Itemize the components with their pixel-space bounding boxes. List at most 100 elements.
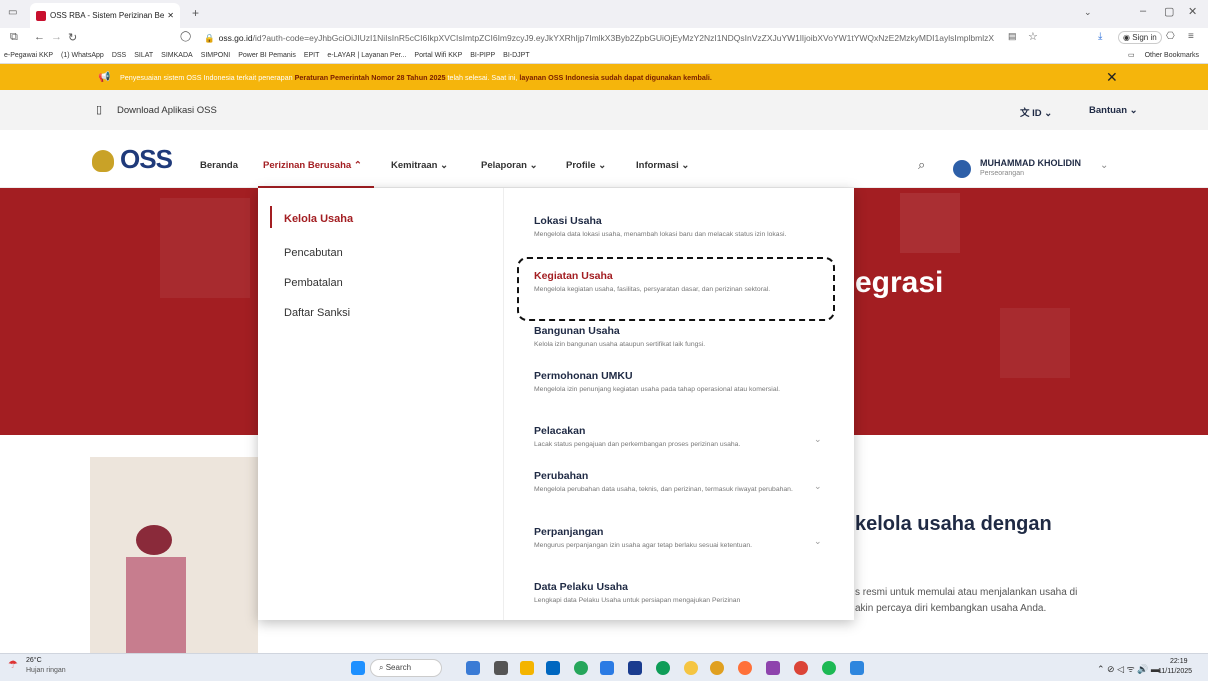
item-title: Perubahan	[534, 470, 589, 482]
close-announcement-icon[interactable]: ✕	[1106, 69, 1118, 86]
nav-profile[interactable]: Profile ⌄	[566, 160, 606, 171]
address-bar[interactable]: 🔒 oss.go.id/id?auth-code=eyJhbGciOiJIUzI…	[204, 30, 1040, 46]
bookmark-item[interactable]: SILAT	[134, 52, 153, 59]
task-view-icon[interactable]	[494, 661, 508, 675]
app-icon[interactable]	[710, 661, 724, 675]
file-explorer-icon[interactable]	[520, 661, 534, 675]
search-icon[interactable]: ⌕	[918, 157, 925, 173]
tab-list-icon[interactable]: ⌄	[1084, 7, 1092, 18]
menu-perubahan[interactable]: Perubahan Mengelola perubahan data usaha…	[534, 470, 834, 494]
menu-pembatalan[interactable]: Pembatalan	[284, 277, 343, 289]
bookmark-star-icon[interactable]: ☆	[1028, 30, 1038, 43]
oss-logo[interactable]: OSS	[120, 144, 173, 175]
menu-data-pelaku-usaha[interactable]: Data Pelaku Usaha Lengkapi data Pelaku U…	[534, 581, 834, 605]
bookmark-item[interactable]: BI-DJPT	[503, 52, 529, 59]
sidebar-toggle-icon[interactable]: ⧉	[10, 31, 18, 44]
item-desc: Lengkapi data Pelaku Usaha untuk persiap…	[534, 597, 741, 604]
phone-icon: ▯	[96, 104, 103, 116]
help-menu[interactable]: Bantuan ⌄	[1089, 105, 1138, 116]
menu-pencabutan[interactable]: Pencabutan	[284, 247, 343, 259]
bookmark-item[interactable]: SIMPONI	[201, 52, 231, 59]
bookmark-item[interactable]: (1) WhatsApp	[61, 52, 104, 59]
user-menu-chevron-icon[interactable]: ⌄	[1100, 160, 1108, 171]
bookmark-item[interactable]: SIMKADA	[161, 52, 193, 59]
folder-icon: ▭	[1128, 52, 1135, 59]
browser-toolbar: ⧉ ← → ↻ ◯ 🔒 oss.go.id/id?auth-code=eyJhb…	[0, 28, 1208, 48]
browser-tab[interactable]: OSS RBA - Sistem Perizinan Ber ✕	[30, 3, 180, 28]
app-icon[interactable]	[850, 661, 864, 675]
system-tray-icons[interactable]: ⌃ ⊘ ◁ ᯤ 🔊 ▬	[1097, 662, 1160, 675]
menu-daftar-sanksi[interactable]: Daftar Sanksi	[284, 307, 350, 319]
nav-beranda[interactable]: Beranda	[200, 160, 238, 171]
store-icon[interactable]	[546, 661, 560, 675]
taskbar-search[interactable]: ⌕ Search	[370, 659, 442, 677]
hero-decoration	[900, 193, 960, 253]
minimize-icon[interactable]: –	[1140, 5, 1146, 17]
bookmark-item[interactable]: Portal Wifi KKP	[414, 52, 462, 59]
perizinan-dropdown-menu: Kelola Usaha Pencabutan Pembatalan Dafta…	[258, 188, 854, 620]
app-icon[interactable]	[684, 661, 698, 675]
back-icon[interactable]: ←	[34, 31, 45, 43]
bookmark-item[interactable]: EPIT	[304, 52, 320, 59]
tab-overview-icon[interactable]: ▭	[8, 7, 17, 18]
garuda-emblem-icon	[92, 150, 114, 172]
announcement-status: layanan OSS Indonesia sudah dapat diguna…	[519, 72, 712, 82]
nav-kemitraan[interactable]: Kemitraan ⌄	[391, 160, 448, 171]
menu-bangunan-usaha[interactable]: Bangunan Usaha Kelola izin bangunan usah…	[534, 325, 834, 349]
reader-view-icon[interactable]: ▤	[1008, 31, 1017, 42]
app-icon[interactable]	[628, 661, 642, 675]
close-tab-icon[interactable]: ✕	[167, 11, 174, 20]
close-window-icon[interactable]: ✕	[1188, 5, 1197, 18]
avatar[interactable]	[953, 160, 971, 178]
menu-lokasi-usaha[interactable]: Lokasi Usaha Mengelola data lokasi usaha…	[534, 215, 834, 239]
edge-icon[interactable]	[656, 661, 670, 675]
downloads-icon[interactable]: ⤓	[1098, 31, 1102, 42]
menu-kelola-usaha[interactable]: Kelola Usaha	[284, 213, 353, 225]
bookmark-item[interactable]: BI-PIPP	[470, 52, 495, 59]
menu-icon[interactable]: ≡	[1188, 31, 1194, 42]
menu-permohonan-umku[interactable]: Permohonan UMKU Mengelola izin penunjang…	[534, 370, 834, 394]
language-selector[interactable]: 文 ID ⌄	[1020, 105, 1052, 119]
hero-title: egrasi	[855, 266, 944, 299]
forward-icon[interactable]: →	[51, 31, 62, 43]
whatsapp-icon[interactable]	[574, 661, 588, 675]
sign-in-button[interactable]: ◉ Sign in	[1118, 31, 1162, 44]
section-desc-line1: s resmi untuk memulai atau menjalankan u…	[855, 587, 1078, 598]
nav-pelaporan[interactable]: Pelaporan ⌄	[481, 160, 538, 171]
nav-informasi[interactable]: Informasi ⌄	[636, 160, 689, 171]
chrome-icon[interactable]	[794, 661, 808, 675]
chevron-down-icon[interactable]: ⌄	[814, 536, 822, 547]
menu-perpanjangan[interactable]: Perpanjangan Mengurus perpanjangan izin …	[534, 526, 834, 550]
menu-kegiatan-usaha[interactable]: Kegiatan Usaha Mengelola kegiatan usaha,…	[534, 270, 834, 294]
bookmark-item[interactable]: e-LAYAR | Layanan Per...	[327, 52, 406, 59]
maximize-icon[interactable]: ▢	[1164, 5, 1174, 18]
download-app-link[interactable]: Download Aplikasi OSS	[117, 105, 217, 116]
clock-time[interactable]: 22:19	[1170, 658, 1188, 665]
chevron-down-icon[interactable]: ⌄	[814, 481, 822, 492]
widgets-icon[interactable]	[466, 661, 480, 675]
weather-temp[interactable]: 26°C	[26, 657, 42, 664]
reload-icon[interactable]: ↻	[68, 31, 77, 44]
shield-icon[interactable]: ◯	[180, 31, 191, 42]
nav-kemitraan-label: Kemitraan	[391, 160, 438, 171]
item-title: Data Pelaku Usaha	[534, 581, 628, 593]
spotify-icon[interactable]	[822, 661, 836, 675]
nav-perizinan-berusaha[interactable]: Perizinan Berusaha ⌃	[263, 160, 362, 171]
extensions-icon[interactable]: ⎔	[1166, 31, 1175, 42]
item-title: Permohonan UMKU	[534, 370, 633, 382]
tab-title: OSS RBA - Sistem Perizinan Ber	[50, 11, 165, 20]
new-tab-icon[interactable]: +	[192, 6, 199, 20]
bookmark-item[interactable]: Power BI Pemanis	[238, 52, 296, 59]
bookmark-item[interactable]: e-Pegawai KKP	[4, 52, 53, 59]
windows-start-icon[interactable]	[351, 661, 365, 675]
bookmark-item[interactable]: DSS	[112, 52, 126, 59]
app-icon[interactable]	[766, 661, 780, 675]
user-name[interactable]: MUHAMMAD KHOLIDIN	[980, 158, 1081, 168]
outlook-icon[interactable]	[600, 661, 614, 675]
announcement-mid: telah selesai. Saat ini,	[445, 72, 520, 82]
chevron-down-icon[interactable]: ⌄	[814, 434, 822, 445]
menu-pelacakan[interactable]: Pelacakan Lacak status pengajuan dan per…	[534, 425, 834, 449]
other-bookmarks[interactable]: ▭ Other Bookmarks	[1128, 51, 1207, 59]
clock-date: 11/11/2025	[1158, 668, 1192, 675]
firefox-icon[interactable]	[738, 661, 752, 675]
